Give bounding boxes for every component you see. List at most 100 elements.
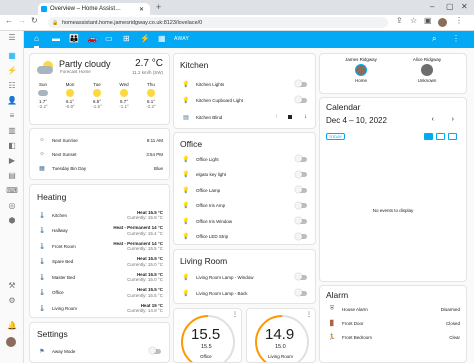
tab-people-icon[interactable]: 👪: [69, 34, 79, 44]
list-item[interactable]: ▤ Kitchen Blind ↑ ↓: [174, 111, 315, 123]
sidebar-zigbee-icon[interactable]: ◎: [6, 201, 18, 211]
sidebar-nodered-icon[interactable]: ⬢: [6, 216, 18, 226]
today-button[interactable]: TODAY: [326, 133, 345, 140]
search-icon[interactable]: ⌕: [432, 34, 436, 44]
light-toggle[interactable]: [295, 186, 307, 193]
tab-grid-icon[interactable]: ▦: [158, 34, 166, 44]
thermostat-card[interactable]: ⋮ 14.9 15.0 Living Room: [246, 308, 316, 363]
next-week-icon[interactable]: ›: [452, 116, 454, 123]
share-icon[interactable]: ⇪: [396, 16, 403, 25]
light-toggle[interactable]: [295, 201, 307, 209]
close-window-icon[interactable]: ✕: [461, 2, 468, 11]
list-item[interactable]: 💡 Kitchen Cupboard Light: [174, 94, 315, 106]
tab-home-icon[interactable]: ⌂: [34, 34, 39, 48]
list-item[interactable]: 💡 Office Lamp: [174, 184, 315, 196]
tab-power-icon[interactable]: ⚡: [140, 34, 150, 44]
sidebar-history-icon[interactable]: ▥: [6, 126, 18, 136]
back-icon[interactable]: ←: [5, 16, 13, 25]
sidebar-map-icon[interactable]: ☷: [6, 81, 18, 91]
list-item[interactable]: 🌡 Front Room Heat - Permanent 14 °C Current…: [30, 240, 169, 252]
forward-icon[interactable]: →: [18, 16, 26, 25]
profile-avatar[interactable]: [438, 18, 447, 27]
list-item[interactable]: 💡 Office LED Strip: [174, 231, 315, 243]
menu-icon[interactable]: ⋮: [455, 16, 463, 25]
list-item[interactable]: ⚑ Away Mode: [30, 345, 169, 357]
light-toggle[interactable]: [295, 217, 307, 224]
light-toggle[interactable]: [295, 155, 307, 162]
previous-week-icon[interactable]: ‹: [432, 116, 434, 123]
week-view-icon[interactable]: [436, 133, 445, 140]
list-item[interactable]: 💡 Living Room Lamp - Back: [174, 287, 315, 299]
tab-cars-icon[interactable]: 🚗: [87, 34, 97, 44]
light-toggle[interactable]: [295, 170, 307, 178]
list-item[interactable]: ▦ Tuesday Bin Day Blue: [30, 162, 169, 174]
heat-status: Heat 15.5 °C Currently: 15.5 °C: [127, 287, 163, 298]
more-info-icon[interactable]: ⋮: [306, 311, 312, 318]
bookmark-icon[interactable]: ☆: [410, 16, 417, 25]
light-toggle[interactable]: [295, 232, 307, 240]
weather-source: Forecast Home: [60, 69, 91, 74]
tab-away[interactable]: AWAY: [174, 36, 189, 42]
browser-tab[interactable]: Overview – Home Assist… ✕: [38, 3, 150, 15]
light-toggle[interactable]: [295, 96, 307, 103]
list-item[interactable]: 🌡 Spare Bed Heat 15.5 °C Currently: 15.0 °C: [30, 256, 169, 268]
list-item[interactable]: 💡 Office Iris Window: [174, 215, 315, 227]
reload-icon[interactable]: ↻: [31, 16, 38, 25]
tab-network-icon[interactable]: ⊞: [123, 34, 130, 44]
url-field[interactable]: 🔒 homeassistant.home.jamesridgway.co.uk:…: [48, 17, 388, 28]
list-item[interactable]: ☼ Next Sunrise 8:11 AM: [30, 134, 169, 146]
new-tab-icon[interactable]: +: [156, 2, 161, 12]
heat-current: Currently: 15.5 °C: [127, 292, 163, 298]
row-label: House Alarm: [342, 306, 368, 312]
list-item[interactable]: ☼ Next Sunset 3:54 PM: [30, 148, 169, 160]
sidebar-menu-icon[interactable]: ☰: [6, 33, 18, 43]
sidebar-energy-icon[interactable]: ⚡: [6, 66, 18, 76]
list-item[interactable]: 💡 Office Iris Amp: [174, 200, 315, 212]
sidebar-settings-icon[interactable]: ⚙: [6, 296, 18, 306]
away-mode-toggle[interactable]: [149, 347, 161, 354]
list-item[interactable]: 🌡 Living Room Heat 15 °C Currently: 14.9 °C: [30, 302, 169, 314]
blind-stop-icon[interactable]: [288, 115, 292, 119]
list-item[interactable]: 💡 Office Light: [174, 153, 315, 165]
light-toggle[interactable]: [295, 80, 307, 87]
sidebar-media-icon[interactable]: ▶: [6, 156, 18, 166]
weather-card[interactable]: Partly cloudy Forecast Home 2.7 °C 11.2 …: [29, 53, 170, 125]
sidebar-terminal-icon[interactable]: ▤: [6, 171, 18, 181]
sidebar-person-icon[interactable]: 👤: [6, 96, 18, 106]
list-view-icon[interactable]: [448, 133, 457, 140]
sidebar-devtools-icon[interactable]: ⚒: [6, 281, 18, 291]
close-tab-icon[interactable]: ✕: [139, 6, 144, 13]
list-item[interactable]: 🚪 Front Door Closed: [320, 317, 466, 329]
list-item[interactable]: 🌡 Master Bed Heat 15.5 °C Currently: 15.0 °…: [30, 271, 169, 283]
maximize-icon[interactable]: ▢: [446, 2, 454, 11]
sidebar-logbook-icon[interactable]: ≡: [6, 111, 18, 121]
list-item[interactable]: 🌡 Kitchen Heat 15.5 °C Currently: 15.9 °C: [30, 209, 169, 221]
list-item[interactable]: 🌡 Office Heat 15.5 °C Currently: 15.5 °C: [30, 287, 169, 299]
sidebar-user-avatar[interactable]: [6, 337, 16, 347]
extensions-icon[interactable]: ▣: [424, 16, 432, 25]
sidebar-overview-icon[interactable]: ▦: [6, 51, 18, 61]
list-item[interactable]: ⛨ House Alarm Disarmed: [320, 303, 466, 315]
list-item[interactable]: 🌡 Hallway Heat - Permanent 14 °C Currently:…: [30, 225, 169, 237]
bulb-icon: 💡: [182, 234, 190, 240]
sidebar-notifications-icon[interactable]: 🔔: [6, 321, 18, 331]
blind-down-icon[interactable]: ↓: [304, 114, 307, 120]
tab-server-icon[interactable]: ▭: [105, 34, 113, 44]
sidebar-hacs-icon[interactable]: ◧: [6, 141, 18, 151]
minimize-icon[interactable]: –: [430, 2, 434, 11]
tab-sofa-icon[interactable]: ▬: [52, 34, 60, 44]
person-badge[interactable]: James Ridgway Home: [338, 57, 384, 83]
light-toggle[interactable]: [295, 273, 307, 280]
blind-up-icon[interactable]: ↑: [275, 114, 278, 120]
list-item[interactable]: 💡 elgato key light: [174, 169, 315, 181]
list-item[interactable]: 💡 Kitchen Lights: [174, 78, 315, 90]
month-view-icon[interactable]: [424, 133, 433, 140]
list-item[interactable]: 🏃 Front Bedroom Clear: [320, 331, 466, 343]
light-toggle[interactable]: [295, 289, 307, 296]
thermostat-card[interactable]: ⋮ 15.5 15.5 Office: [173, 308, 242, 363]
person-badge[interactable]: Alice Ridgway Unknown: [404, 57, 450, 83]
sidebar-code-icon[interactable]: ⌨: [6, 186, 18, 196]
list-item[interactable]: 💡 Living Room Lamp - Window: [174, 271, 315, 283]
more-options-icon[interactable]: ⋮: [452, 34, 460, 44]
more-info-icon[interactable]: ⋮: [232, 311, 238, 318]
